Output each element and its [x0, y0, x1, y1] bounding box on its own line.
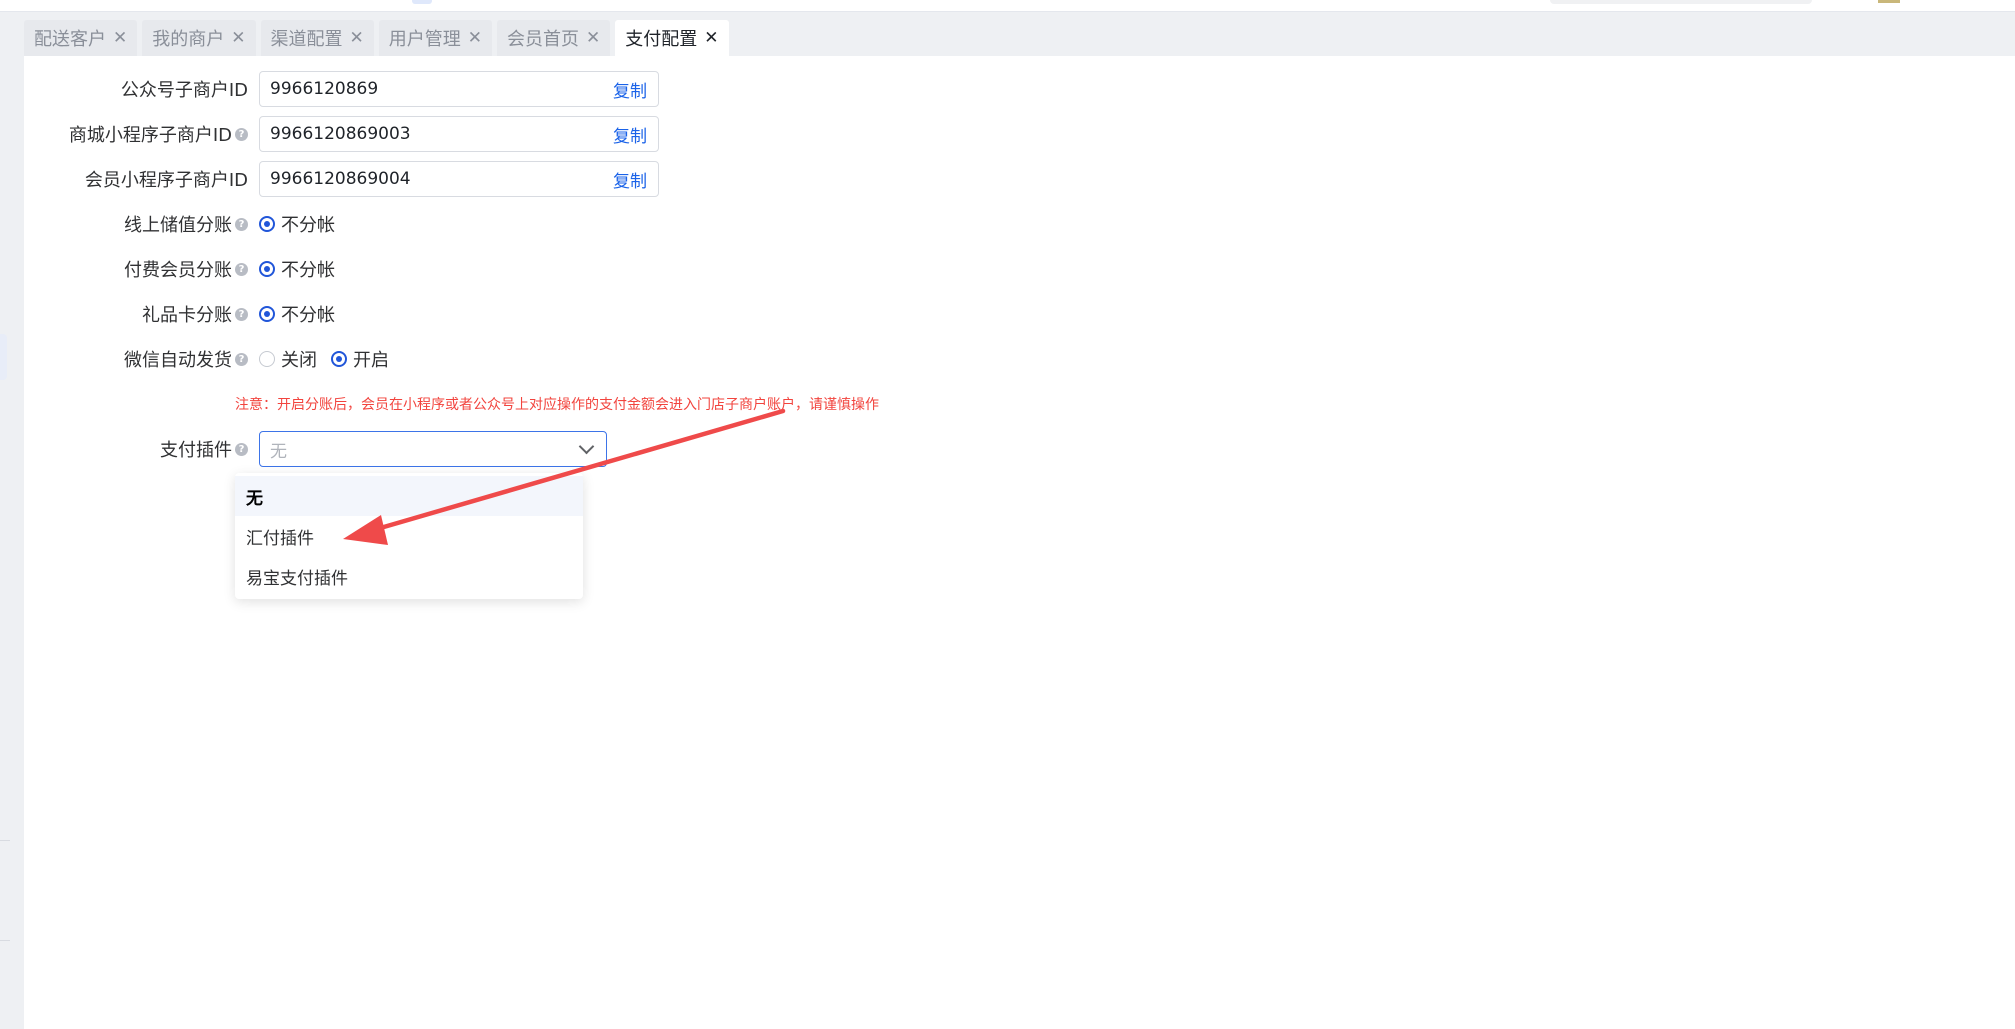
radio-checked-icon[interactable]: [331, 351, 347, 367]
radio-checked-icon[interactable]: [259, 261, 275, 277]
radio-checked-icon[interactable]: [259, 306, 275, 322]
paid-member-split-row: 付费会员分账 ? 不分帐: [48, 250, 1048, 288]
online-stored-value-split-row: 线上储值分账 ? 不分帐: [48, 205, 1048, 243]
form-label: 会员小程序子商户ID: [84, 170, 248, 191]
close-icon[interactable]: ✕: [468, 28, 482, 48]
sidebar-active-marker: [0, 334, 7, 380]
form-label: 公众号子商户ID: [120, 80, 248, 101]
sidebar-edge: [0, 12, 24, 1029]
member-miniprogram-id-row: 会员小程序子商户ID 9966120869004 复制: [48, 160, 1048, 198]
radio-checked-icon[interactable]: [259, 216, 275, 232]
option-none[interactable]: 无: [235, 476, 583, 516]
form-label: 商城小程序子商户ID ?: [48, 115, 248, 153]
tab-channel-config[interactable]: 渠道配置 ✕: [260, 20, 374, 56]
copy-button[interactable]: 复制: [613, 122, 658, 147]
question-circle-icon[interactable]: ?: [235, 217, 248, 231]
radio-unchecked-icon[interactable]: [259, 351, 275, 367]
copy-button[interactable]: 复制: [613, 167, 658, 192]
form-label: 礼品卡分账 ?: [48, 295, 248, 333]
close-icon[interactable]: ✕: [586, 28, 600, 48]
mall-miniprogram-id-row: 商城小程序子商户ID ? 9966120869003 复制: [48, 115, 1048, 153]
tab-user-management[interactable]: 用户管理 ✕: [378, 20, 492, 56]
user-avatar[interactable]: [1878, 0, 1900, 3]
radio-group: 关闭 开启: [259, 340, 389, 378]
tab-label: 渠道配置: [270, 29, 343, 50]
option-huifu-plugin[interactable]: 汇付插件: [235, 516, 583, 556]
top-search-box[interactable]: [1550, 0, 1812, 4]
radio-no-split[interactable]: 不分帐: [259, 256, 335, 282]
tab-label: 用户管理: [388, 29, 461, 50]
close-icon[interactable]: ✕: [231, 28, 245, 48]
payment-plugin-row: 支付插件 ? 无: [48, 430, 1048, 468]
form-label: 付费会员分账 ?: [48, 250, 248, 288]
top-bar: [0, 0, 2015, 12]
radio-group: 不分帐: [259, 205, 335, 243]
close-icon[interactable]: ✕: [350, 28, 364, 48]
copy-button[interactable]: 复制: [613, 77, 658, 102]
chevron-down-icon[interactable]: [578, 438, 595, 455]
radio-no-split[interactable]: 不分帐: [259, 211, 335, 237]
question-circle-icon[interactable]: ?: [235, 307, 248, 321]
tab-label: 我的商户: [152, 29, 225, 50]
payment-plugin-select[interactable]: 无: [259, 431, 607, 467]
form-label: 线上储值分账 ?: [48, 205, 248, 243]
field-value[interactable]: 9966120869003: [260, 124, 613, 144]
tab-label: 会员首页: [507, 29, 579, 50]
form-label: 微信自动发货 ?: [48, 340, 248, 378]
radio-group: 不分帐: [259, 250, 335, 288]
sidebar-divider: [0, 940, 10, 941]
question-circle-icon[interactable]: ?: [235, 352, 248, 366]
sidebar-divider: [0, 840, 10, 841]
tab-my-merchants[interactable]: 我的商户 ✕: [142, 20, 256, 56]
question-circle-icon[interactable]: ?: [235, 127, 248, 141]
radio-no-split[interactable]: 不分帐: [259, 301, 335, 327]
top-nav-active-indicator: [412, 0, 432, 4]
payment-plugin-dropdown: 无 汇付插件 易宝支付插件: [235, 473, 583, 599]
tab-payment-config[interactable]: 支付配置 ✕: [615, 20, 729, 56]
official-account-id-row: 公众号子商户ID 9966120869 复制: [48, 70, 1048, 108]
tab-member-home[interactable]: 会员首页 ✕: [497, 20, 611, 56]
split-warning-notice: 注意：开启分账后，会员在小程序或者公众号上对应操作的支付金额会进入门店子商户账户…: [235, 397, 879, 413]
option-yeepay-plugin[interactable]: 易宝支付插件: [235, 556, 583, 596]
close-icon[interactable]: ✕: [113, 28, 127, 48]
close-icon[interactable]: ✕: [704, 28, 718, 48]
form-label: 支付插件 ?: [48, 430, 248, 468]
page-tabs: 配送客户 ✕ 我的商户 ✕ 渠道配置 ✕ 用户管理 ✕ 会员首页 ✕ 支付配置 …: [24, 20, 729, 56]
tab-label: 配送客户: [34, 29, 106, 50]
gift-card-split-row: 礼品卡分账 ? 不分帐: [48, 295, 1048, 333]
radio-off[interactable]: 关闭: [259, 346, 317, 372]
mall-miniprogram-id-field[interactable]: 9966120869003 复制: [259, 116, 659, 152]
question-circle-icon[interactable]: ?: [235, 442, 248, 456]
tab-label: 支付配置: [625, 29, 698, 50]
field-value[interactable]: 9966120869004: [260, 169, 613, 189]
wechat-auto-delivery-row: 微信自动发货 ? 关闭 开启: [48, 340, 1048, 378]
select-placeholder: 无: [270, 441, 287, 462]
radio-on[interactable]: 开启: [331, 346, 389, 372]
official-account-id-field[interactable]: 9966120869 复制: [259, 71, 659, 107]
member-miniprogram-id-field[interactable]: 9966120869004 复制: [259, 161, 659, 197]
radio-group: 不分帐: [259, 295, 335, 333]
field-value[interactable]: 9966120869: [260, 79, 613, 99]
tab-delivery-customers[interactable]: 配送客户 ✕: [24, 20, 138, 56]
question-circle-icon[interactable]: ?: [235, 262, 248, 276]
